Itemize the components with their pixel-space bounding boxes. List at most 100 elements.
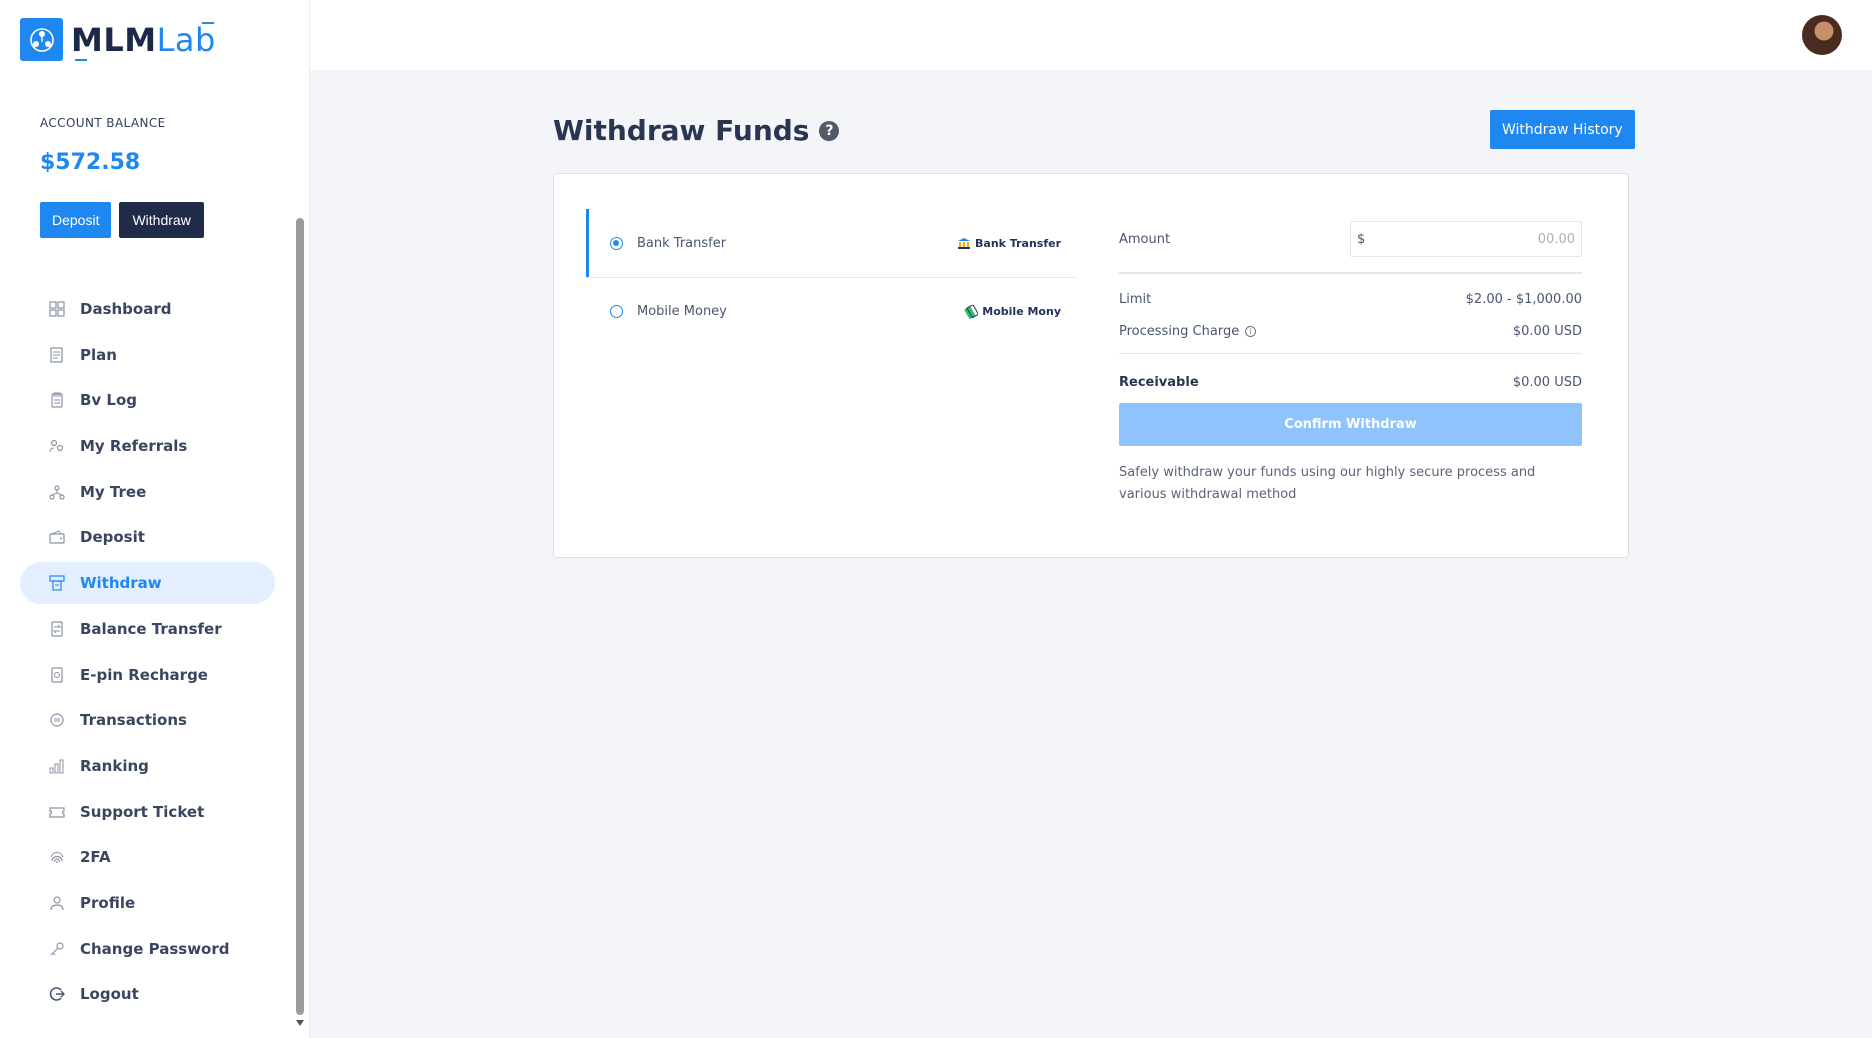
plan-icon (48, 346, 66, 364)
amount-input[interactable]: $ 00.00 (1350, 221, 1582, 257)
bv-log-icon (48, 391, 66, 409)
sidebar-item-label: Dashboard (80, 300, 172, 318)
method-name: Mobile Money (637, 304, 727, 319)
deposit-icon (48, 528, 66, 546)
account-balance-label: ACCOUNT BALANCE (40, 116, 166, 130)
divider (1119, 353, 1582, 354)
dashboard-icon (48, 300, 66, 318)
sidebar-item-label: 2FA (80, 848, 111, 867)
currency-symbol: $ (1357, 231, 1366, 247)
sidebar-item-logout[interactable]: Logout (20, 973, 275, 1015)
sidebar-item-label: Withdraw (80, 574, 162, 593)
sidebar-item-change-password[interactable]: Change Password (20, 928, 275, 970)
charge-label-group: Processing Charge i (1119, 323, 1257, 339)
sidebar-item-my-referrals[interactable]: My Referrals (20, 425, 275, 467)
logo-icon (20, 18, 63, 61)
logo-text-part2: Lab (156, 20, 216, 59)
sidebar-item-label: My Referrals (80, 437, 188, 456)
sidebar-item-epin-recharge[interactable]: E-pin Recharge (20, 654, 275, 696)
sidebar-item-plan[interactable]: Plan (20, 334, 275, 376)
divider (1119, 272, 1582, 274)
deposit-button[interactable]: Deposit (40, 202, 112, 238)
withdraw-icon (48, 574, 66, 592)
sidebar-item-label: Bv Log (80, 391, 138, 410)
sidebar-item-label: Change Password (80, 939, 230, 958)
profile-icon (48, 894, 66, 912)
sidebar-item-ranking[interactable]: Ranking (20, 745, 275, 787)
sidebar-item-label: E-pin Recharge (80, 665, 208, 684)
help-icon[interactable]: ? (819, 120, 840, 141)
charge-row: Processing Charge i $0.00 USD (1119, 323, 1582, 339)
radio-bank-transfer[interactable] (610, 236, 623, 250)
radio-mobile-money[interactable] (610, 305, 623, 318)
mobile-money-logo-text: Mobile Mony (982, 305, 1061, 318)
sidebar-item-transactions[interactable]: Transactions (20, 699, 275, 741)
avatar[interactable] (1802, 15, 1842, 55)
transactions-icon (48, 711, 66, 729)
amount-placeholder: 00.00 (1537, 231, 1575, 247)
sidebar-item-dashboard[interactable]: Dashboard (20, 288, 275, 330)
sidebar-item-label: Ranking (80, 756, 149, 775)
ranking-icon (48, 757, 66, 775)
receivable-value: $0.00 USD (1512, 374, 1582, 390)
sidebar-item-label: Deposit (80, 528, 145, 547)
method-bank-transfer[interactable]: Bank Transfer Bank Transfer (586, 209, 1078, 277)
sidebar-item-label: My Tree (80, 482, 147, 501)
limit-row: Limit $2.00 - $1,000.00 (1119, 291, 1582, 307)
epin-icon (48, 666, 66, 684)
charge-label: Processing Charge (1119, 323, 1240, 339)
account-balance-value: $572.58 (40, 150, 141, 175)
sidebar-item-label: Logout (80, 985, 139, 1004)
confirm-withdraw-button[interactable]: Confirm Withdraw (1119, 403, 1582, 446)
sidebar-item-withdraw[interactable]: Withdraw (20, 562, 275, 605)
page-title: Withdraw Funds ? (553, 114, 840, 147)
topbar (310, 0, 1872, 70)
withdraw-note: Safely withdraw your funds using our hig… (1119, 465, 1536, 502)
sidebar-item-label: Plan (80, 345, 117, 364)
bank-transfer-logo-text: Bank Transfer (975, 236, 1061, 250)
mobile-money-icon (964, 304, 979, 319)
method-name: Bank Transfer (637, 235, 727, 251)
sidebar-menu: Dashboard Plan Bv Log My Referrals My Tr… (20, 288, 275, 1019)
payment-methods: Bank Transfer Bank Transfer Mobile Money… (586, 209, 1078, 345)
receivable-label: Receivable (1119, 374, 1199, 390)
sidebar-item-deposit[interactable]: Deposit (20, 516, 275, 558)
sidebar-scrollbar[interactable] (296, 218, 304, 1015)
amount-row: Amount $ 00.00 (1119, 221, 1582, 257)
logo[interactable]: MLMLab (20, 18, 216, 61)
logo-text-part1: MLM (71, 20, 157, 59)
sidebar-item-label: Support Ticket (80, 802, 205, 821)
balance-actions: Deposit Withdraw (40, 202, 204, 238)
withdraw-button[interactable]: Withdraw (119, 202, 204, 238)
sidebar-item-balance-transfer[interactable]: Balance Transfer (20, 608, 275, 650)
withdraw-history-button[interactable]: Withdraw History (1490, 110, 1635, 149)
limit-value: $2.00 - $1,000.00 (1465, 291, 1582, 307)
sidebar-item-bv-log[interactable]: Bv Log (20, 379, 275, 421)
mobile-money-logo: Mobile Mony (964, 304, 1061, 319)
ticket-icon (48, 803, 66, 821)
sidebar-item-my-tree[interactable]: My Tree (20, 471, 275, 513)
withdraw-card: Bank Transfer Bank Transfer Mobile Money… (553, 173, 1629, 558)
fingerprint-icon (48, 848, 66, 866)
limit-label: Limit (1119, 291, 1152, 307)
key-icon (48, 940, 66, 958)
scroll-down-arrow-icon[interactable] (296, 1020, 304, 1026)
method-mobile-money[interactable]: Mobile Money Mobile Mony (586, 277, 1078, 345)
logout-icon (48, 985, 66, 1003)
sidebar-item-label: Profile (80, 893, 136, 912)
sidebar-item-label: Balance Transfer (80, 619, 222, 638)
referrals-icon (48, 437, 66, 455)
info-icon[interactable]: i (1245, 325, 1257, 337)
bank-icon (958, 238, 971, 249)
sidebar-item-label: Transactions (80, 711, 187, 730)
sidebar: MLMLab ACCOUNT BALANCE $572.58 Deposit W… (0, 0, 310, 1038)
receivable-row: Receivable $0.00 USD (1119, 374, 1582, 390)
tree-icon (48, 483, 66, 501)
charge-value: $0.00 USD (1512, 323, 1582, 339)
sidebar-item-profile[interactable]: Profile (20, 882, 275, 924)
logo-text: MLMLab (71, 20, 216, 61)
sidebar-item-support-ticket[interactable]: Support Ticket (20, 791, 275, 833)
amount-label: Amount (1119, 231, 1171, 247)
bank-transfer-logo: Bank Transfer (957, 237, 1061, 250)
sidebar-item-2fa[interactable]: 2FA (20, 836, 275, 878)
